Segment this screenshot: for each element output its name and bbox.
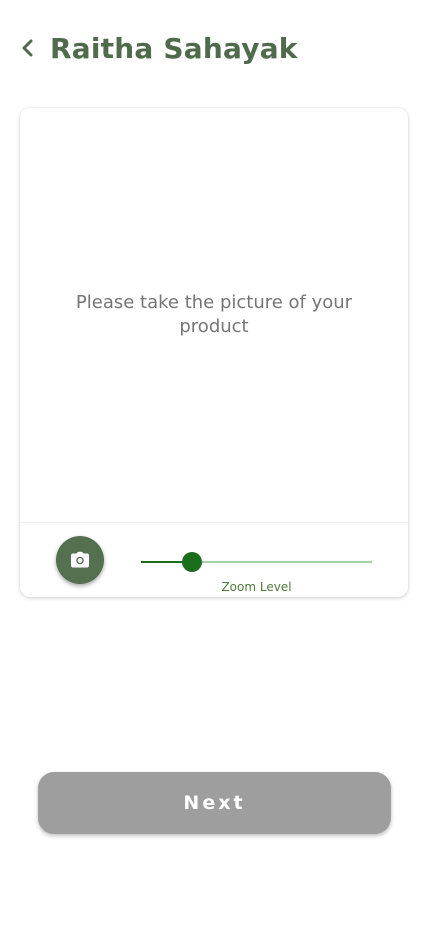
next-button[interactable]: Next: [38, 772, 391, 834]
page-title: Raitha Sahayak: [50, 31, 298, 65]
app-header: Raitha Sahayak: [16, 26, 412, 70]
camera-controls: Zoom Level: [20, 522, 408, 597]
capture-button[interactable]: [56, 536, 104, 584]
camera-preview[interactable]: Please take the picture of your product: [20, 108, 408, 523]
zoom-slider-thumb[interactable]: [181, 552, 202, 572]
chevron-left-icon: [22, 39, 33, 57]
zoom-level-label: Zoom Level: [221, 580, 292, 594]
zoom-slider[interactable]: [141, 550, 372, 574]
back-button[interactable]: [16, 36, 40, 60]
next-button-label: Next: [183, 792, 246, 814]
preview-message: Please take the picture of your product: [75, 292, 353, 337]
camera-icon: [71, 551, 89, 568]
camera-card: Please take the picture of your product …: [20, 108, 408, 597]
